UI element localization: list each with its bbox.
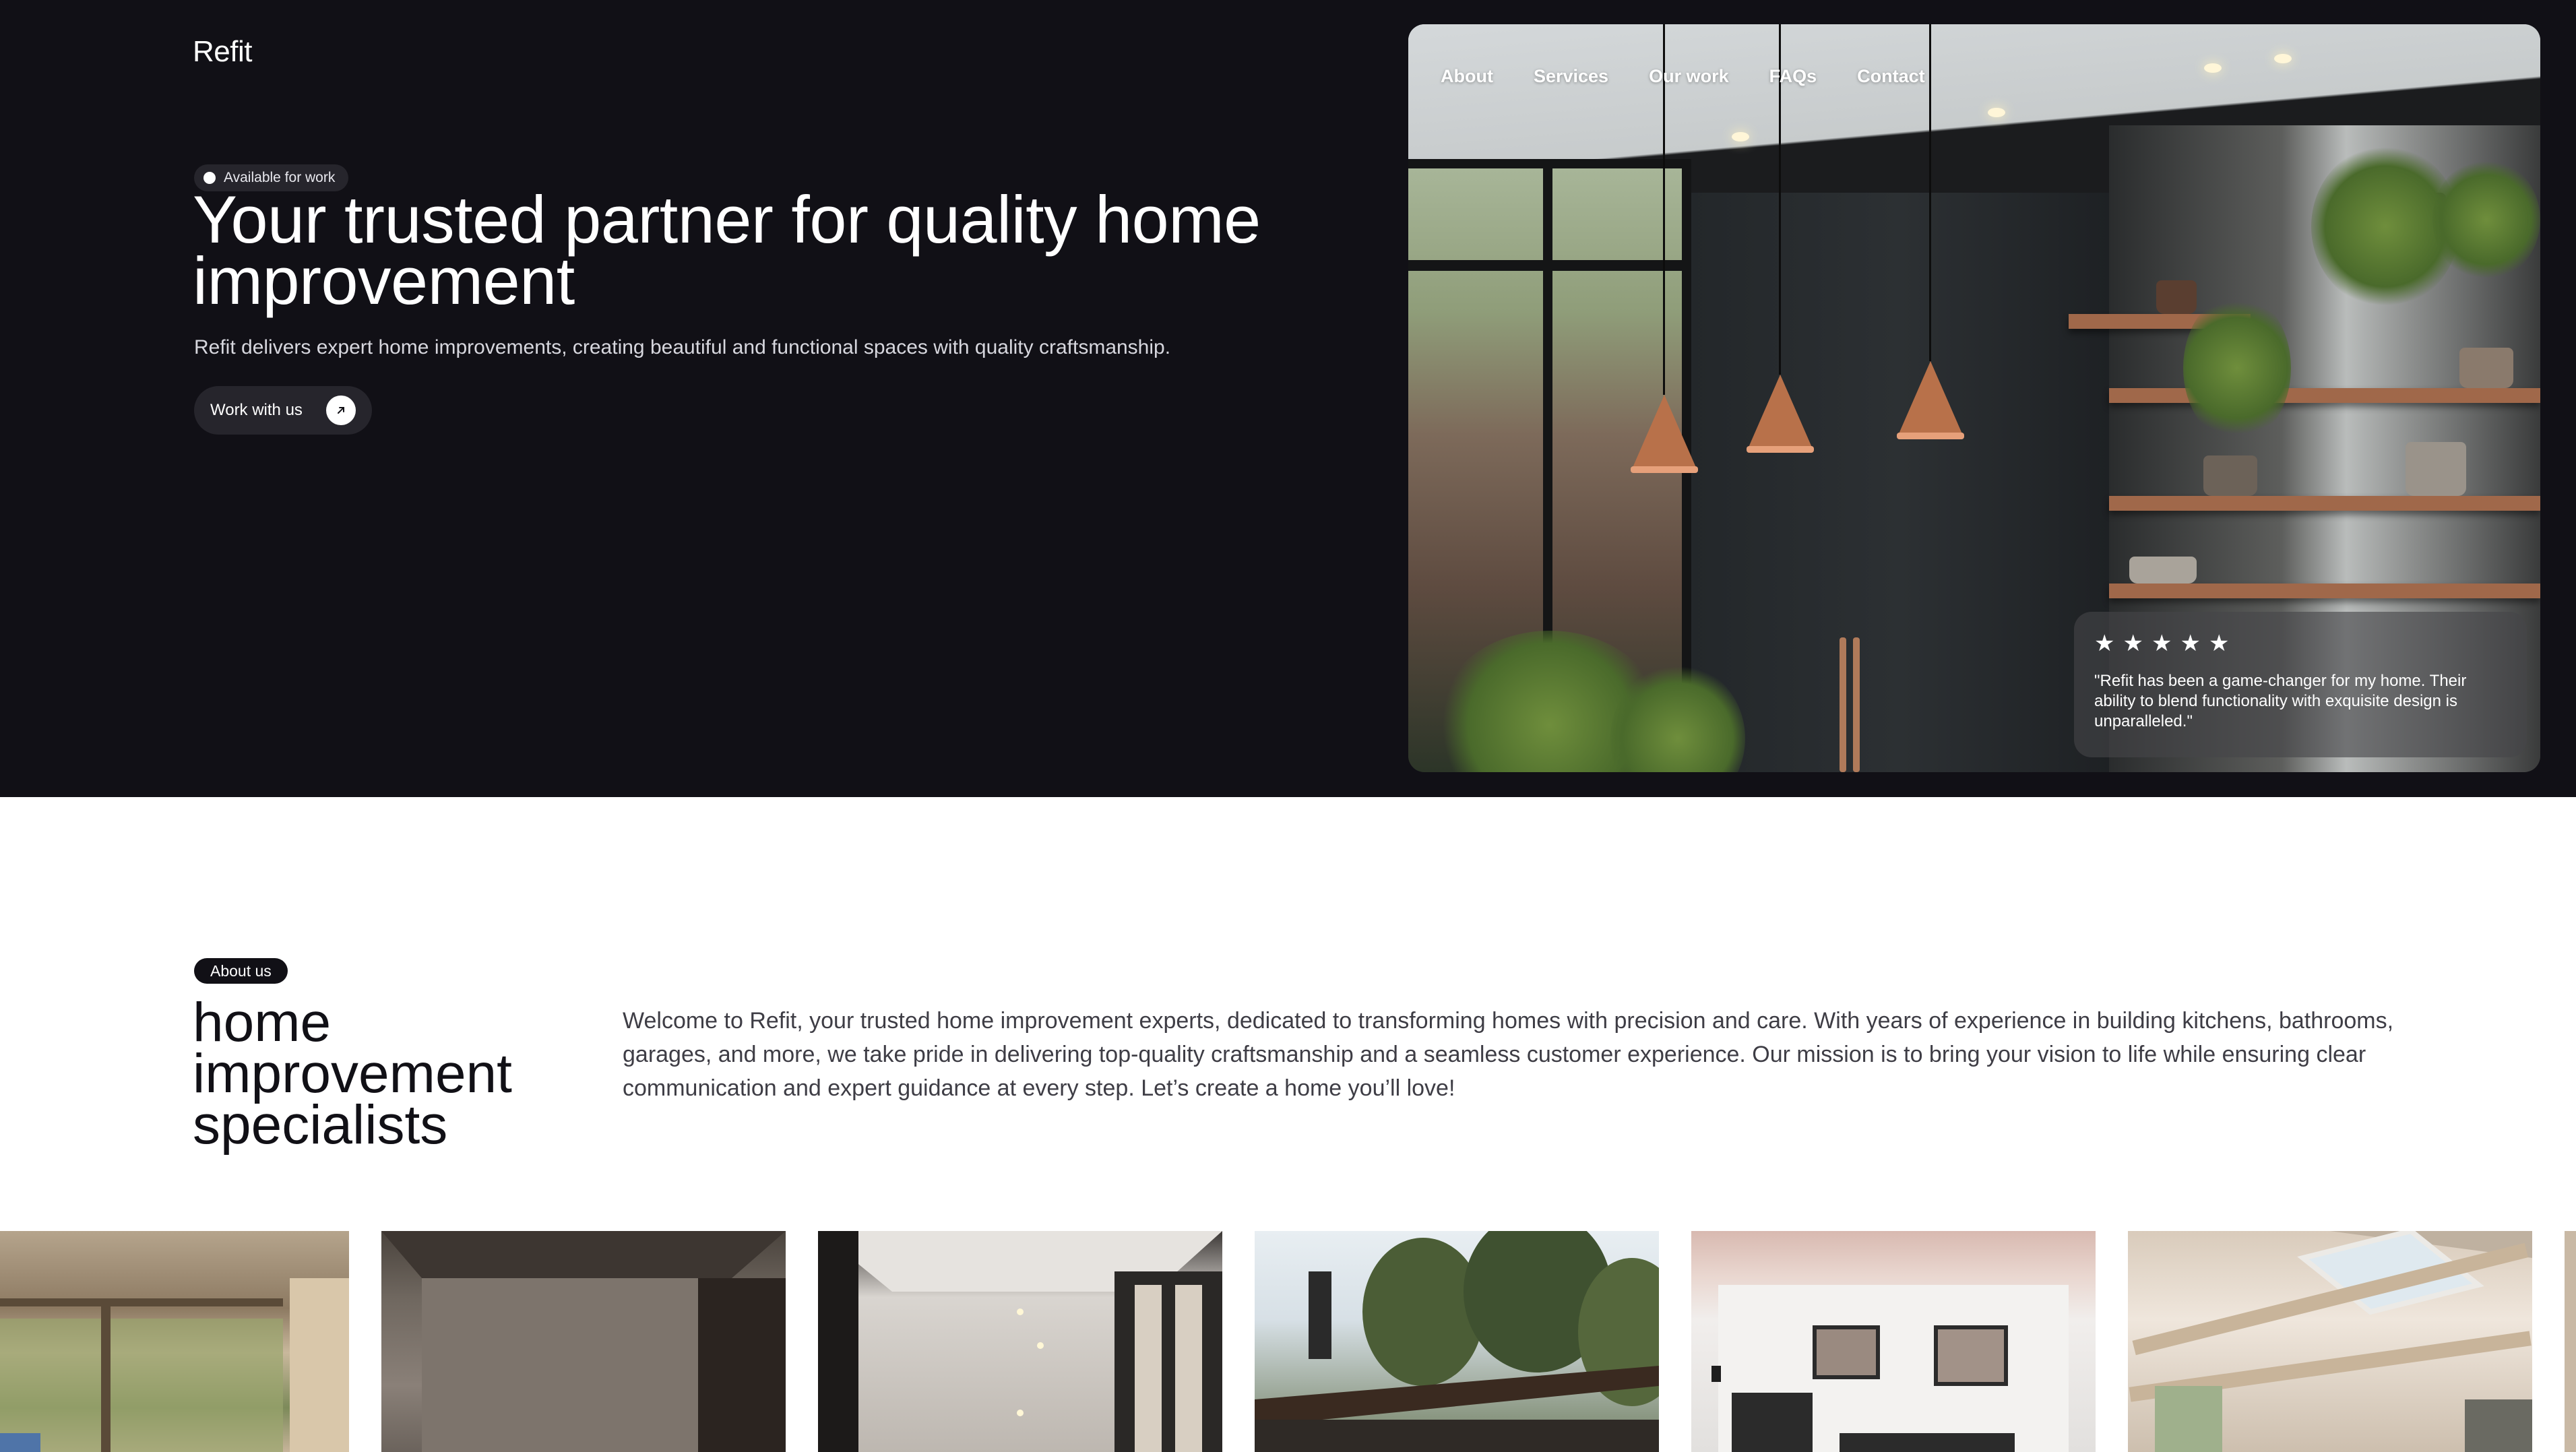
dark-wall <box>1691 193 2109 772</box>
about-badge: About us <box>194 958 288 984</box>
about-body: Welcome to Refit, your trusted home impr… <box>623 1008 2394 1101</box>
concrete-room-photo[interactable] <box>381 1231 786 1452</box>
nav-services[interactable]: Services <box>1534 66 1608 87</box>
hero-subtitle: Refit delivers expert home improvements,… <box>194 336 1171 358</box>
pendant-lamp <box>1748 375 1813 449</box>
star-icon: ★ <box>2094 631 2115 656</box>
pendant-lamp <box>1632 395 1697 469</box>
star-icon: ★ <box>2123 631 2143 656</box>
downlight-icon <box>2274 54 2292 63</box>
work-with-us-label: Work with us <box>210 401 303 419</box>
pendant-lamp <box>1898 361 1963 435</box>
attic-room-photo[interactable] <box>2128 1231 2532 1452</box>
gallery-next-photo[interactable] <box>2565 1231 2576 1452</box>
modern-house-forest-photo[interactable] <box>1255 1231 1659 1452</box>
arrow-up-right-icon <box>326 396 356 425</box>
hero-section: Refit Available for work Your trusted pa… <box>0 0 2576 797</box>
nav-contact[interactable]: Contact <box>1857 66 1925 87</box>
star-icon: ★ <box>2208 631 2230 656</box>
nav-our-work[interactable]: Our work <box>1649 66 1729 87</box>
white-house-photo[interactable] <box>1691 1231 2096 1452</box>
review-card: ★ ★ ★ ★ ★ "Refit has been a game-changer… <box>2074 612 2527 757</box>
review-quote: "Refit has been a game-changer for my ho… <box>2094 672 2467 730</box>
hero-kitchen-image: About Services Our work FAQs Contact ★ ★… <box>1408 24 2540 772</box>
gallery-strip <box>0 1231 2576 1452</box>
hallway-photo[interactable] <box>818 1231 1222 1452</box>
nav-faqs[interactable]: FAQs <box>1769 66 1817 87</box>
about-title: home improvement specialists <box>193 992 512 1156</box>
downlight-icon <box>1988 108 2005 117</box>
downlight-icon <box>1732 132 1749 141</box>
star-icon: ★ <box>2151 631 2172 656</box>
nav-about[interactable]: About <box>1441 66 1493 87</box>
hanging-plant <box>2183 294 2291 442</box>
work-with-us-button[interactable]: Work with us <box>194 386 372 435</box>
main-nav: About Services Our work FAQs Contact <box>1441 66 1925 87</box>
hero-title: Your trusted partner for quality home im… <box>193 182 1261 318</box>
star-icon: ★ <box>2180 631 2201 656</box>
hanging-plant <box>2432 159 2540 280</box>
logo[interactable]: Refit <box>193 35 252 69</box>
living-room-photo[interactable] <box>0 1231 349 1452</box>
star-rating: ★ ★ ★ ★ ★ <box>2094 632 2507 655</box>
downlight-icon <box>2204 63 2222 73</box>
